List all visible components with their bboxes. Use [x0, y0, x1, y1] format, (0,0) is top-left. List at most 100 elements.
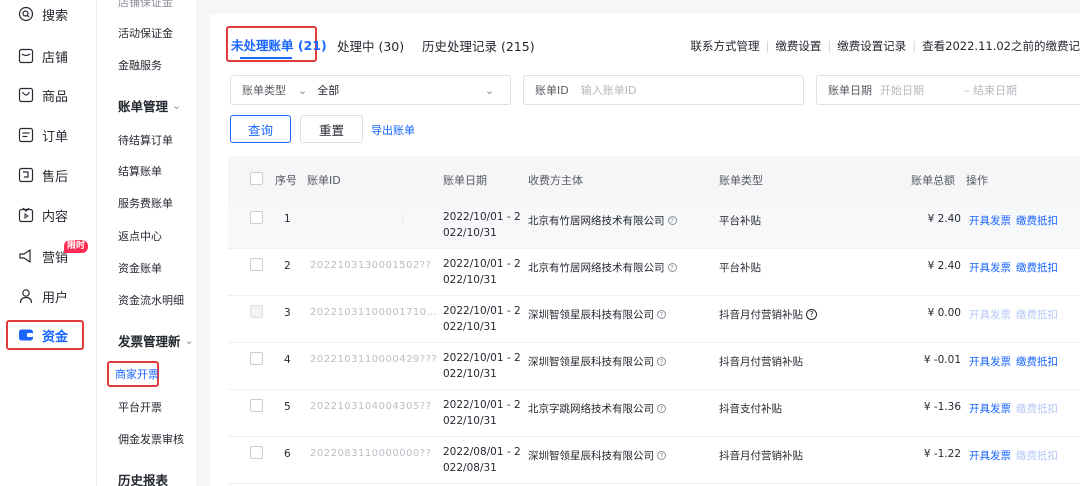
subnav-item-settlement-bills[interactable]: 结算账单	[118, 163, 162, 179]
info-icon[interactable]: ?	[657, 357, 666, 366]
fee-deduction-link[interactable]: 缴费抵扣	[1016, 260, 1058, 275]
main-panel: 未处理账单 (21) 处理中 (30) 历史处理记录 (215) 联系方式管理 …	[210, 14, 1080, 486]
row-checkbox[interactable]	[250, 446, 263, 459]
row-date: 2022/10/01 - 2 022/10/31	[443, 350, 521, 382]
payee-name: 深圳智领星辰科技有限公司	[528, 309, 654, 321]
table-row[interactable]: 3 20221031100001710… 2022/10/01 - 2 022/1…	[228, 296, 1080, 343]
row-bill-id: 2022103104004305??	[310, 401, 432, 412]
row-checkbox[interactable]	[250, 258, 263, 271]
issue-invoice-link[interactable]: 开具发票	[969, 354, 1011, 369]
date-line: 022/10/31	[443, 274, 497, 286]
bill-date-range[interactable]: 账单日期 开始日期 – 结束日期	[816, 75, 1080, 105]
issue-invoice-link[interactable]: 开具发票	[969, 401, 1011, 416]
new-badge: 限时	[64, 240, 89, 253]
rail-item-funds[interactable]: 资金	[6, 320, 84, 350]
row-bill-id: 20221031100001710…	[310, 307, 438, 318]
date-start-placeholder[interactable]: 开始日期	[880, 82, 924, 98]
info-icon[interactable]: ?	[657, 451, 666, 460]
subnav-group-invoice[interactable]: 发票管理新 ⌄	[118, 331, 194, 350]
issue-invoice-link[interactable]: 开具发票	[969, 213, 1011, 228]
export-bills-link[interactable]: 导出账单	[371, 122, 415, 138]
subnav-item-activity-deposit[interactable]: 活动保证金	[118, 25, 173, 41]
row-checkbox[interactable]	[250, 399, 263, 412]
date-line: 022/08/31	[443, 462, 497, 474]
content-icon	[18, 207, 34, 223]
row-bill-id: 2022103110000429???	[310, 354, 438, 365]
date-line: 022/10/31	[443, 321, 497, 333]
bill-type-select[interactable]: 账单类型 ⌄ 全部 ⌄	[230, 75, 511, 105]
row-bill-id: 2022083110000000??	[310, 448, 432, 459]
subnav-group-label: 账单管理	[118, 99, 169, 114]
payment-settings-log-link[interactable]: 缴费设置记录	[837, 38, 906, 54]
fee-deduction-link[interactable]: 缴费抵扣	[1016, 213, 1058, 228]
row-date: 2022/08/01 - 2 022/08/31	[443, 444, 521, 476]
payment-settings-link[interactable]: 缴费设置	[775, 38, 821, 54]
row-amount: ¥ -0.01	[923, 354, 961, 366]
chevron-down-icon: ⌄	[484, 83, 494, 97]
table-row[interactable]: 4 2022103110000429??? 2022/10/01 - 2 022/…	[228, 343, 1080, 390]
rail-item-label: 内容	[42, 209, 69, 225]
fee-deduction-link[interactable]: 缴费抵扣	[1016, 354, 1058, 369]
subnav-item-store-deposit[interactable]: 店铺保证金	[118, 0, 173, 10]
table-row[interactable]: 5 2022103104004305?? 2022/10/01 - 2 022/1…	[228, 390, 1080, 437]
subnav-group-history-reports[interactable]: 历史报表	[118, 470, 168, 486]
date-end-placeholder[interactable]: – 结束日期	[964, 82, 1017, 98]
fee-deduction-link[interactable]: 缴费抵扣	[1016, 401, 1058, 416]
chevron-down-icon: ⌄	[184, 334, 194, 347]
row-checkbox[interactable]	[250, 211, 263, 224]
bill-id-input[interactable]: 账单ID 输入账单ID	[523, 75, 804, 105]
fee-deduction-link[interactable]: 缴费抵扣	[1016, 448, 1058, 463]
fee-deduction-link[interactable]: 缴费抵扣	[1016, 307, 1058, 322]
info-icon[interactable]: ?	[657, 404, 666, 413]
tab-processing[interactable]: 处理中 (30)	[337, 36, 404, 55]
rail-item-product[interactable]: 商品	[18, 83, 90, 107]
payee-name: 深圳智领星辰科技有限公司	[528, 450, 654, 462]
subnav-item-merchant-invoice[interactable]: 商家开票	[107, 361, 159, 387]
subnav-group-bill[interactable]: 账单管理 ⌄	[118, 96, 181, 115]
info-icon[interactable]: ?	[806, 309, 817, 320]
table-row[interactable]: 2 2022103130001502?? 2022/10/01 - 2 022/1…	[228, 249, 1080, 296]
query-button[interactable]: 查询	[230, 115, 291, 143]
select-all-checkbox[interactable]	[250, 172, 263, 185]
top-links: 联系方式管理 | 缴费设置 | 缴费设置记录 | 查看2022.11.02之前的…	[691, 38, 1080, 54]
subnav-item-rebate-center[interactable]: 返点中心	[118, 228, 162, 244]
tab-history[interactable]: 历史处理记录 (215)	[422, 36, 535, 55]
rail-item-shop[interactable]: 店铺	[18, 44, 90, 68]
date-line: 2022/08/01 - 2	[443, 446, 521, 458]
row-checkbox[interactable]	[250, 352, 263, 365]
payee-name: 北京字跳网络技术有限公司	[528, 403, 654, 415]
subnav-item-pending-orders[interactable]: 待结算订单	[118, 132, 173, 148]
row-type: 抖音月付营销补贴	[719, 356, 803, 368]
row-checkbox[interactable]	[250, 305, 263, 318]
table-row[interactable]: 1 ) 2022/10/01 - 2 022/10/31 北京有竹居网络技术有限公…	[228, 202, 1080, 249]
info-icon[interactable]: ?	[667, 263, 677, 272]
row-bill-id: 2022103130001502??	[310, 260, 432, 271]
rail-item-user[interactable]: 用户	[18, 284, 90, 308]
row-date: 2022/10/01 - 2 022/10/31	[443, 256, 521, 288]
subnav-item-finance-service[interactable]: 金融服务	[118, 57, 162, 73]
subnav-item-fund-flow[interactable]: 资金流水明细	[118, 292, 184, 308]
issue-invoice-link[interactable]: 开具发票	[969, 307, 1011, 322]
issue-invoice-link[interactable]: 开具发票	[969, 260, 1011, 275]
rail-item-search[interactable]: 搜索	[18, 2, 90, 26]
rail-item-order[interactable]: 订单	[18, 123, 90, 147]
marketing-icon	[18, 248, 34, 264]
bill-type-label: 账单类型	[242, 84, 286, 97]
reset-button[interactable]: 重置	[300, 115, 363, 143]
info-icon[interactable]: ?	[667, 216, 677, 225]
subnav-item-fund-bills[interactable]: 资金账单	[118, 260, 162, 276]
subnav-item-commission-invoice-review[interactable]: 佣金发票审核	[118, 431, 184, 447]
rail-item-aftersale[interactable]: 售后	[18, 163, 90, 187]
info-icon[interactable]: ?	[657, 310, 666, 319]
rail-item-label: 商品	[42, 89, 69, 105]
issue-invoice-link[interactable]: 开具发票	[969, 448, 1011, 463]
tab-underline	[240, 57, 292, 59]
divider: |	[912, 39, 917, 53]
subnav-item-service-fee-bills[interactable]: 服务费账单	[118, 195, 173, 211]
rail-item-content[interactable]: 内容	[18, 203, 90, 227]
legacy-payment-link[interactable]: 查看2022.11.02之前的缴费记	[922, 38, 1080, 54]
contact-management-link[interactable]: 联系方式管理	[691, 38, 760, 54]
table-row[interactable]: 6 2022083110000000?? 2022/08/01 - 2 022/0…	[228, 437, 1080, 484]
subnav-item-platform-invoice[interactable]: 平台开票	[118, 399, 162, 415]
col-index: 序号	[275, 174, 297, 187]
